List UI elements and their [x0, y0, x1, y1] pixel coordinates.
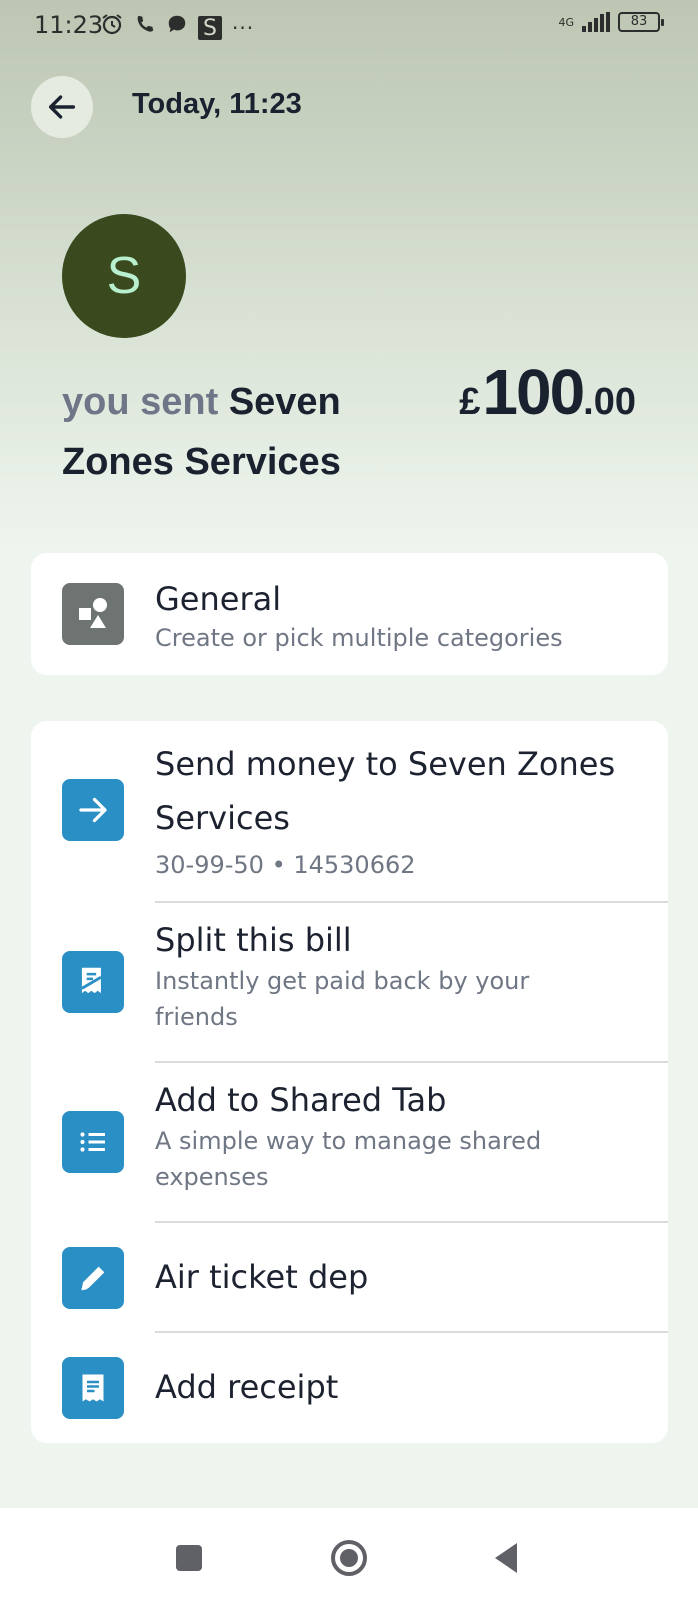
receipt-icon: [62, 1357, 124, 1419]
chat-icon: [166, 13, 188, 42]
amount-decimal: .00: [583, 381, 636, 423]
shared-tab-row[interactable]: Add to Shared Tab A simple way to manage…: [31, 1063, 668, 1221]
split-bill-icon: [62, 951, 124, 1013]
split-bill-row[interactable]: Split this bill Instantly get paid back …: [31, 903, 668, 1061]
send-money-title: Send money to Seven Zones Services: [155, 745, 616, 837]
add-receipt-row[interactable]: Add receipt: [31, 1333, 668, 1443]
navigation-bar: [0, 1508, 698, 1600]
shared-tab-subtitle: A simple way to manage shared expenses: [155, 1127, 542, 1191]
sent-prefix: you sent: [62, 381, 219, 423]
battery-icon: 83: [618, 12, 664, 32]
s-app-icon: S: [198, 15, 222, 41]
shapes-icon: [62, 583, 124, 645]
square-icon: [176, 1545, 202, 1571]
back-nav-button[interactable]: [488, 1538, 528, 1578]
amount-currency: £: [459, 381, 481, 423]
avatar: S: [62, 214, 186, 338]
pencil-icon: [62, 1247, 124, 1309]
arrow-right-icon: [62, 779, 124, 841]
amount-whole: 100: [482, 356, 585, 428]
phone-icon: [134, 13, 156, 42]
category-title: General: [155, 580, 282, 618]
signal-icon: [582, 12, 610, 32]
split-bill-title: Split this bill: [155, 921, 352, 959]
note-row[interactable]: Air ticket dep: [31, 1223, 668, 1331]
list-icon: [62, 1111, 124, 1173]
more-icon: ···: [232, 15, 255, 40]
send-money-subtitle: 30-99-50 • 14530662: [155, 851, 416, 879]
split-bill-subtitle: Instantly get paid back by your friends: [155, 967, 530, 1031]
send-money-row[interactable]: Send money to Seven Zones Services 30-99…: [31, 721, 668, 901]
circle-icon: [331, 1540, 367, 1576]
avatar-letter: S: [106, 247, 142, 305]
triangle-back-icon: [495, 1543, 517, 1573]
battery-level: 83: [630, 14, 648, 29]
status-time: 11:23: [34, 11, 104, 39]
shared-tab-title: Add to Shared Tab: [155, 1081, 447, 1119]
transaction-description: you sent Seven Zones Services: [62, 372, 412, 492]
status-bar: 11:23 S ··· 4G 83: [0, 0, 698, 52]
home-button[interactable]: [329, 1538, 369, 1578]
arrow-left-icon: [48, 95, 76, 119]
status-right: 4G 83: [558, 12, 664, 32]
alarm-icon: [100, 12, 124, 43]
actions-card: Send money to Seven Zones Services 30-99…: [31, 721, 668, 1443]
add-receipt-title: Add receipt: [155, 1368, 339, 1406]
note-title: Air ticket dep: [155, 1258, 369, 1296]
category-card[interactable]: General Create or pick multiple categori…: [31, 553, 668, 675]
status-icons: S ···: [100, 12, 254, 43]
page-title: Today, 11:23: [132, 88, 302, 120]
recents-button[interactable]: [170, 1538, 210, 1578]
network-label: 4G: [558, 15, 574, 29]
back-button[interactable]: [31, 76, 93, 138]
category-subtitle: Create or pick multiple categories: [155, 624, 563, 652]
transaction-amount: £ 100 .00: [459, 355, 636, 429]
